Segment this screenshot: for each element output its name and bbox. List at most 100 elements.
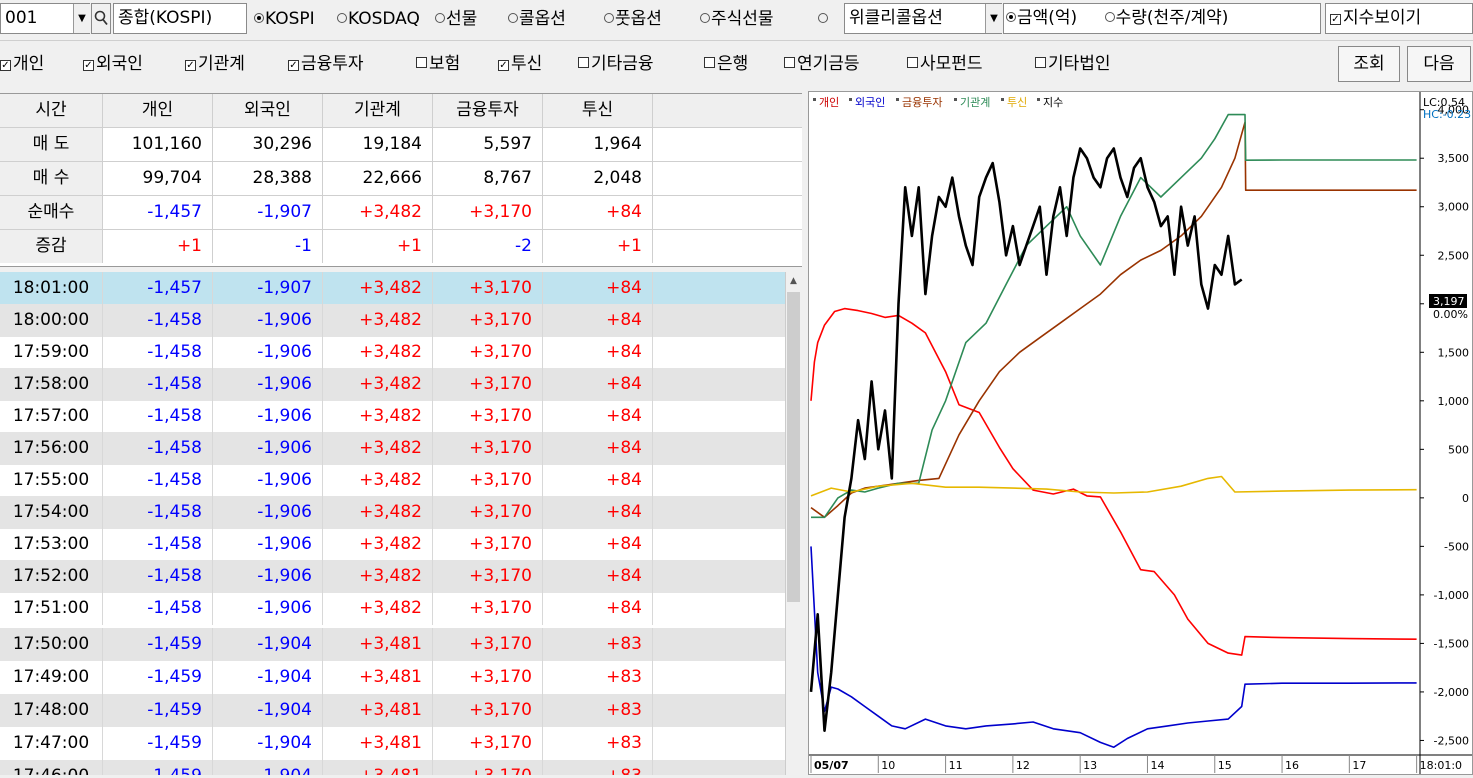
table-row[interactable]: 17:51:00 -1,458 -1,906 +3,482 +3,170 +84	[0, 592, 785, 625]
table-row[interactable]: 17:57:00 -1,458 -1,906 +3,482 +3,170 +84	[0, 400, 785, 433]
checkbox-investor-financial[interactable]: ✓ 금융투자	[288, 53, 364, 75]
cell-time: 17:57:00	[0, 400, 103, 433]
search-button[interactable]	[91, 3, 111, 34]
checkbox-checked-icon: ✓	[83, 60, 94, 71]
table-row[interactable]: 17:50:00 -1,459 -1,904 +3,481 +3,170 +83	[0, 628, 785, 661]
show-index-label: 지수보이기	[1343, 8, 1422, 28]
radio-market-kospi[interactable]: KOSPI	[254, 8, 315, 30]
cell-value: -1,906	[213, 528, 323, 561]
legend-label: 기관계	[960, 96, 990, 109]
checkbox-investor-foreign[interactable]: ✓ 외국인	[83, 53, 143, 75]
checkbox-label: 은행	[717, 54, 749, 74]
show-index-checkbox[interactable]: ✓ 지수보이기	[1325, 3, 1473, 34]
cell-value: -1,458	[103, 304, 213, 337]
cell-value: +83	[543, 628, 653, 661]
cell-value: 2,048	[543, 162, 653, 195]
radio-unit-amount[interactable]: 금액(억)	[1006, 8, 1077, 28]
legend-marker	[849, 98, 852, 101]
table-row[interactable]: 18:01:00 -1,457 -1,907 +3,482 +3,170 +84	[0, 272, 785, 305]
cell-value: 22,666	[323, 162, 433, 195]
option-select[interactable]: 위클리콜옵션	[844, 3, 1002, 34]
series-line	[810, 307, 1417, 656]
checkbox-investor-pension[interactable]: 연기금등	[784, 53, 860, 75]
checkbox-investor-bank[interactable]: 은행	[704, 53, 748, 75]
investor-chart[interactable]: 4,000 3,500 3,000 2,500 1,500 1,000 500 0 -500 -1…	[808, 91, 1473, 775]
checkbox-investor-other-corp[interactable]: 기타법인	[1035, 53, 1111, 75]
checkbox-investor-private-fund[interactable]: 사모펀드	[907, 53, 983, 75]
code-dropdown-button[interactable]: ▼	[73, 4, 90, 33]
y-tick-label: 1,000	[1438, 395, 1470, 408]
cell-value: +3,170	[433, 400, 543, 433]
legend-label: 금융투자	[902, 96, 942, 109]
table-row[interactable]: 17:59:00 -1,458 -1,906 +3,482 +3,170 +84	[0, 336, 785, 369]
cell-time: 17:56:00	[0, 432, 103, 465]
hc-label: HC:-0.23	[1423, 108, 1471, 121]
query-button[interactable]: 조회	[1338, 46, 1400, 82]
table-row[interactable]: 17:53:00 -1,458 -1,906 +3,482 +3,170 +84	[0, 528, 785, 561]
checkbox-investor-insurance[interactable]: 보험	[416, 53, 460, 75]
cell-time: 17:55:00	[0, 464, 103, 497]
cell-value: +84	[543, 496, 653, 529]
toolbar-top: 001 ▼ 종합(KOSPI) KOSPI KOSDAQ 선물 콜옵션 풋옵션 …	[0, 0, 1473, 38]
scrollbar-thumb[interactable]	[787, 292, 800, 602]
cell-value: +84	[543, 304, 653, 337]
radio-market-put[interactable]: 풋옵션	[604, 8, 662, 30]
checkbox-investor-other-finance[interactable]: 기타금융	[578, 53, 654, 75]
radio-market-stock-futures[interactable]: 주식선물	[700, 8, 774, 30]
checkbox-label: 기타금융	[591, 54, 654, 74]
cell-value: 101,160	[103, 128, 213, 161]
table-row[interactable]: 17:55:00 -1,458 -1,906 +3,482 +3,170 +84	[0, 464, 785, 497]
row-label: 순매수	[0, 196, 103, 229]
y-tick-label: 3,500	[1438, 152, 1470, 165]
cell-time: 18:01:00	[0, 272, 103, 305]
option-dropdown-button[interactable]: ▼	[985, 4, 1002, 33]
cell-value: +3,482	[323, 464, 433, 497]
x-tick-label: 12	[1016, 759, 1030, 772]
time-table[interactable]: 18:01:00 -1,457 -1,907 +3,482 +3,170 +84…	[0, 272, 785, 775]
cell-value: +3,482	[323, 196, 433, 229]
y-tick-label: -1,000	[1434, 589, 1469, 602]
cell-value: +3,170	[433, 432, 543, 465]
cell-value: +3,482	[323, 272, 433, 305]
legend-label: 지수	[1043, 96, 1063, 109]
table-row[interactable]: 17:58:00 -1,458 -1,906 +3,482 +3,170 +84	[0, 368, 785, 401]
next-button[interactable]: 다음	[1407, 46, 1471, 82]
cell-value: -1,904	[213, 694, 323, 727]
cell-value: +84	[543, 336, 653, 369]
radio-market-futures[interactable]: 선물	[435, 8, 477, 30]
radio-market-kosdaq[interactable]: KOSDAQ	[337, 8, 420, 30]
table-row[interactable]: 17:47:00 -1,459 -1,904 +3,481 +3,170 +83	[0, 727, 785, 760]
table-row[interactable]: 17:54:00 -1,458 -1,906 +3,482 +3,170 +84	[0, 496, 785, 529]
series-line	[810, 475, 1417, 497]
radio-dot-icon	[508, 13, 518, 23]
table-row[interactable]: 17:46:00 -1,459 -1,904 +3,481 +3,170 +83	[0, 760, 785, 775]
cell-value: 30,296	[213, 128, 323, 161]
x-tick-label: 13	[1083, 759, 1097, 772]
radio-market-call[interactable]: 콜옵션	[508, 8, 566, 30]
y-tick-label: -2,500	[1434, 734, 1469, 747]
radio-unit-quantity[interactable]: 수량(천주/계약)	[1104, 8, 1228, 28]
search-icon	[94, 10, 108, 26]
table-row[interactable]: 17:49:00 -1,459 -1,904 +3,481 +3,170 +83	[0, 661, 785, 694]
table-row[interactable]: 17:56:00 -1,458 -1,906 +3,482 +3,170 +84	[0, 432, 785, 465]
legend-marker	[896, 98, 899, 101]
radio-market-weekly[interactable]	[818, 8, 829, 30]
checkbox-investor-individual[interactable]: ✓ 개인	[0, 53, 44, 75]
checkbox-investor-institution[interactable]: ✓ 기관계	[185, 53, 245, 75]
table-row[interactable]: 17:48:00 -1,459 -1,904 +3,481 +3,170 +83	[0, 694, 785, 727]
checkbox-label: 금융투자	[301, 54, 364, 74]
cell-value: 19,184	[323, 128, 433, 161]
table-row[interactable]: 18:00:00 -1,458 -1,906 +3,482 +3,170 +84	[0, 304, 785, 337]
cell-value: +3,482	[323, 560, 433, 593]
cell-value: +3,482	[323, 496, 433, 529]
checkbox-investor-trust[interactable]: ✓ 투신	[498, 53, 542, 75]
cell-value: -1,906	[213, 432, 323, 465]
series-line	[809, 147, 1243, 733]
radio-dot-icon	[254, 13, 264, 23]
table-row[interactable]: 17:52:00 -1,458 -1,906 +3,482 +3,170 +84	[0, 560, 785, 593]
checkbox-empty-icon	[1035, 57, 1046, 68]
cell-value: -1,458	[103, 528, 213, 561]
legend-label: 외국인	[855, 96, 885, 109]
cell-value: +3,481	[323, 661, 433, 694]
scroll-up-arrow-icon[interactable]: ▲	[786, 272, 801, 290]
